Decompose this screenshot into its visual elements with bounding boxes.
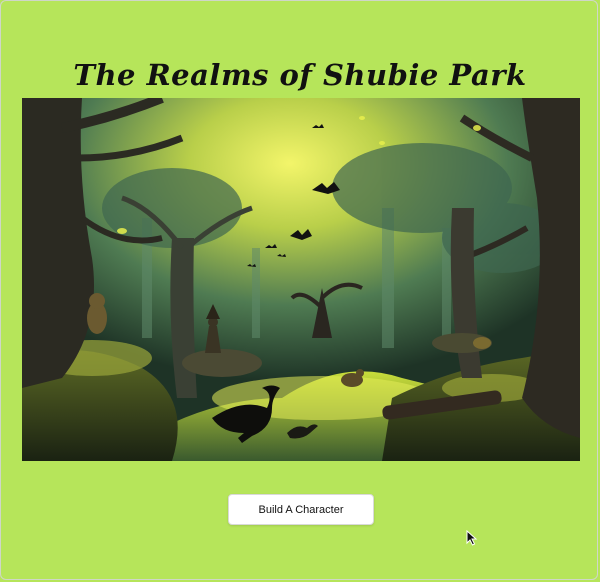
page-title: The Realms of Shubie Park — [73, 58, 527, 92]
hero-image — [22, 98, 580, 461]
build-character-button[interactable]: Build A Character — [228, 494, 374, 525]
mouse-pointer-icon — [466, 530, 478, 546]
build-character-button-label: Build A Character — [258, 503, 344, 516]
